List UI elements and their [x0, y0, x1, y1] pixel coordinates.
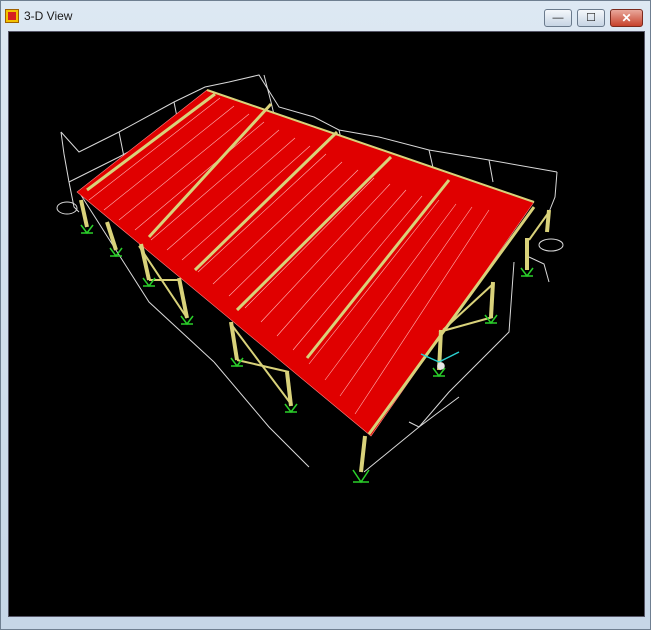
three-d-view-window: 3-D View — ☐ ✕: [0, 0, 651, 630]
maximize-button[interactable]: ☐: [577, 9, 605, 27]
model-viewport[interactable]: [8, 31, 645, 617]
close-icon: ✕: [621, 10, 632, 25]
title-bar[interactable]: 3-D View — ☐ ✕: [1, 1, 650, 31]
minimize-button[interactable]: —: [544, 9, 572, 27]
minimize-icon: —: [552, 11, 564, 24]
maximize-icon: ☐: [586, 11, 596, 24]
close-button[interactable]: ✕: [610, 9, 643, 27]
structure-3d-model: [56, 74, 564, 484]
sap-app-icon[interactable]: [5, 9, 19, 23]
window-title: 3-D View: [24, 9, 73, 23]
grid-bubble-right: [538, 238, 564, 252]
grid-bubble-left: [56, 201, 78, 215]
